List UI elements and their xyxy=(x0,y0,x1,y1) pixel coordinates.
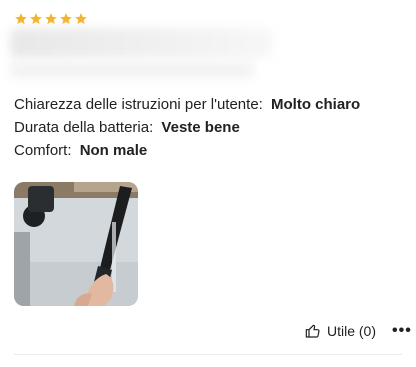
helpful-button[interactable]: Utile (0) xyxy=(305,323,376,339)
blurred-review-meta xyxy=(10,62,254,78)
star-icon xyxy=(60,13,72,25)
attribute-instructions: Chiarezza delle istruzioni per l'utente:… xyxy=(14,93,360,116)
star-icon xyxy=(15,13,27,25)
attribute-label: Durata della batteria: xyxy=(14,119,154,136)
divider xyxy=(14,354,402,355)
star-icon xyxy=(45,13,57,25)
attribute-label: Comfort: xyxy=(14,142,72,159)
blurred-review-title xyxy=(10,28,272,58)
star-rating xyxy=(14,12,88,26)
attribute-battery: Durata della batteria: Veste bene xyxy=(14,116,360,139)
attribute-value: Molto chiaro xyxy=(271,96,361,113)
thumbs-up-icon xyxy=(305,324,320,338)
attribute-label: Chiarezza delle istruzioni per l'utente: xyxy=(14,96,263,113)
attribute-value: Non male xyxy=(79,142,148,159)
attribute-comfort: Comfort: Non male xyxy=(14,139,360,162)
helpful-label: Utile (0) xyxy=(327,323,377,339)
review-photo[interactable] xyxy=(14,182,138,306)
more-icon[interactable]: ••• xyxy=(392,322,412,340)
star-icon xyxy=(30,13,42,25)
attribute-value: Veste bene xyxy=(161,119,240,136)
massage-gun-photo xyxy=(14,182,138,306)
star-icon xyxy=(75,13,87,25)
review-actions: Utile (0) ••• xyxy=(305,322,412,340)
review-attributes: Chiarezza delle istruzioni per l'utente:… xyxy=(14,93,360,162)
